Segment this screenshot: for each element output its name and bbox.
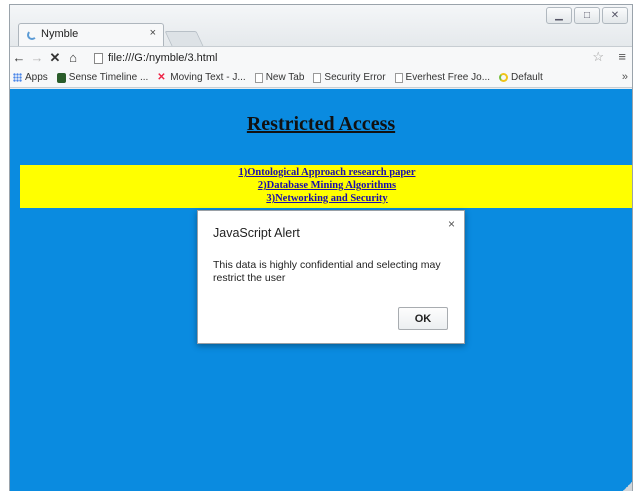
minimize-button[interactable]: ▁ [546, 7, 572, 24]
maximize-button[interactable]: □ [574, 7, 600, 24]
bookmark-security-error[interactable]: Security Error [313, 72, 386, 83]
bookmark-everhest[interactable]: Everhest Free Jo... [394, 72, 491, 83]
tab-close-icon[interactable]: × [150, 27, 156, 39]
sense-icon [56, 72, 66, 83]
close-window-button[interactable]: ✕ [602, 7, 628, 24]
page-icon [394, 72, 403, 83]
bookmark-star-icon[interactable]: ☆ [592, 49, 604, 65]
bookmark-new-tab[interactable]: New Tab [254, 72, 305, 83]
moving-text-icon: ✕ [157, 71, 166, 83]
bookmark-label: Sense Timeline ... [68, 72, 149, 83]
window-controls: ▁ □ ✕ [546, 7, 628, 24]
title-bar: Nymble × ▁ □ ✕ [10, 5, 632, 46]
bookmark-default[interactable]: Default [499, 72, 543, 83]
chrome-menu-icon[interactable]: ≡ [618, 49, 626, 64]
page-icon [254, 72, 263, 83]
bookmarks-overflow-icon[interactable]: » [622, 71, 628, 83]
back-icon[interactable]: ← [10, 50, 28, 65]
page-icon [313, 72, 322, 83]
bookmark-moving-text[interactable]: ✕ Moving Text - J... [157, 72, 245, 83]
browser-toolbar: ← → ✕ ⌂ file:///G:/nymble/3.html ☆ ≡ [10, 46, 632, 68]
javascript-alert-dialog: JavaScript Alert × This data is highly c… [197, 210, 465, 344]
alert-title: JavaScript Alert [213, 226, 300, 240]
bookmark-label: Everhest Free Jo... [405, 72, 491, 83]
bookmark-label: Security Error [324, 72, 386, 83]
alert-message: This data is highly confidential and sel… [213, 259, 441, 284]
alert-close-icon[interactable]: × [448, 217, 455, 231]
browser-window: Nymble × ▁ □ ✕ ← → ✕ ⌂ file:///G:/nymble… [9, 4, 633, 491]
address-bar[interactable]: file:///G:/nymble/3.html ☆ [94, 49, 606, 67]
default-icon [499, 73, 509, 82]
bookmark-sense-timeline[interactable]: Sense Timeline ... [56, 72, 149, 83]
new-tab-button[interactable] [164, 31, 204, 46]
home-icon[interactable]: ⌂ [64, 50, 82, 65]
ok-button[interactable]: OK [398, 307, 448, 330]
bookmark-label: Moving Text - J... [170, 72, 246, 83]
link-ontological-approach[interactable]: 1)Ontological Approach research paper [20, 166, 632, 179]
bookmark-label: Default [511, 72, 543, 83]
url-text: file:///G:/nymble/3.html [108, 52, 218, 64]
resize-grip[interactable] [622, 482, 632, 491]
stop-icon[interactable]: ✕ [46, 50, 64, 66]
bookmark-label: Apps [25, 72, 48, 83]
apps-icon [13, 73, 22, 82]
link-database-mining[interactable]: 2)Database Mining Algorithms [20, 179, 632, 192]
link-networking-security[interactable]: 3)Networking and Security [20, 192, 632, 205]
page-title: Restricted Access [246, 113, 396, 135]
loading-spinner-icon [27, 30, 37, 40]
forward-icon[interactable]: → [28, 50, 46, 65]
tab-nymble[interactable]: Nymble × [18, 23, 164, 46]
links-panel: 1)Ontological Approach research paper 2)… [20, 165, 632, 208]
file-page-icon [94, 52, 103, 64]
bookmark-apps[interactable]: Apps [13, 72, 48, 83]
tab-title: Nymble [41, 28, 79, 40]
bookmarks-bar: Apps Sense Timeline ... ✕ Moving Text - … [10, 68, 632, 88]
bookmark-label: New Tab [265, 72, 305, 83]
